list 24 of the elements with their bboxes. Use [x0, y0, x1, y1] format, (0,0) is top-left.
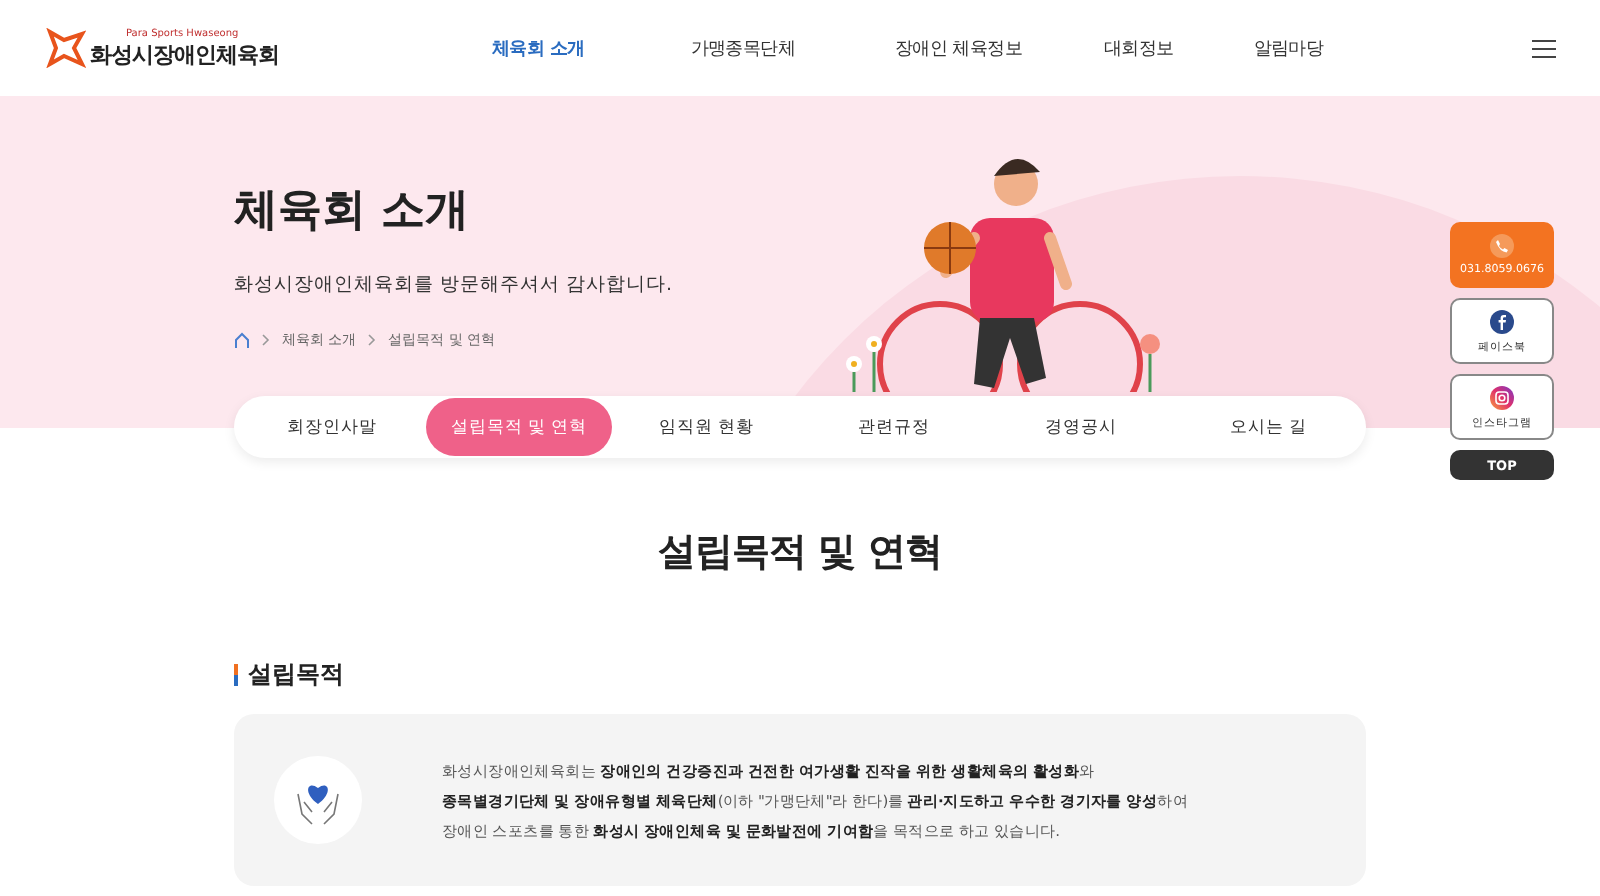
nav-link[interactable]: 장애인 체육정보	[869, 35, 1049, 61]
page-title: 설립목적 및 연혁	[656, 528, 944, 578]
chevron-icon	[262, 334, 270, 346]
phone-icon	[1490, 234, 1514, 258]
instagram-icon	[1490, 385, 1514, 409]
chevron-icon	[368, 334, 377, 346]
menu-icon[interactable]	[1532, 39, 1556, 57]
tab[interactable]: 회장인사말	[238, 398, 426, 456]
logo-text[interactable]: 화성시장애인체육회	[90, 39, 279, 69]
nav-link[interactable]: 체육회 소개	[452, 35, 611, 61]
nav-link[interactable]: 알림마당	[1227, 35, 1350, 61]
nav-link[interactable]: 대회정보	[1078, 35, 1200, 61]
hero-subtitle: 화성시장애인체육회를 방문해주셔서 감사합니다.	[234, 272, 675, 298]
tab[interactable]: 경영공시	[987, 398, 1175, 456]
heart-hands-icon	[274, 756, 362, 844]
facebook-icon	[1490, 309, 1514, 333]
hero-title: 체육회 소개	[234, 184, 472, 240]
tab[interactable]: 임직원 현황	[612, 398, 801, 456]
section-heading: 설립목적	[248, 658, 344, 692]
tab[interactable]: 관련규정	[800, 398, 988, 456]
nav-link[interactable]: 가맹종목단체	[664, 35, 822, 61]
logo-icon	[46, 28, 86, 68]
home-icon[interactable]	[234, 332, 250, 348]
tab[interactable]: 오시는 길	[1174, 398, 1363, 456]
